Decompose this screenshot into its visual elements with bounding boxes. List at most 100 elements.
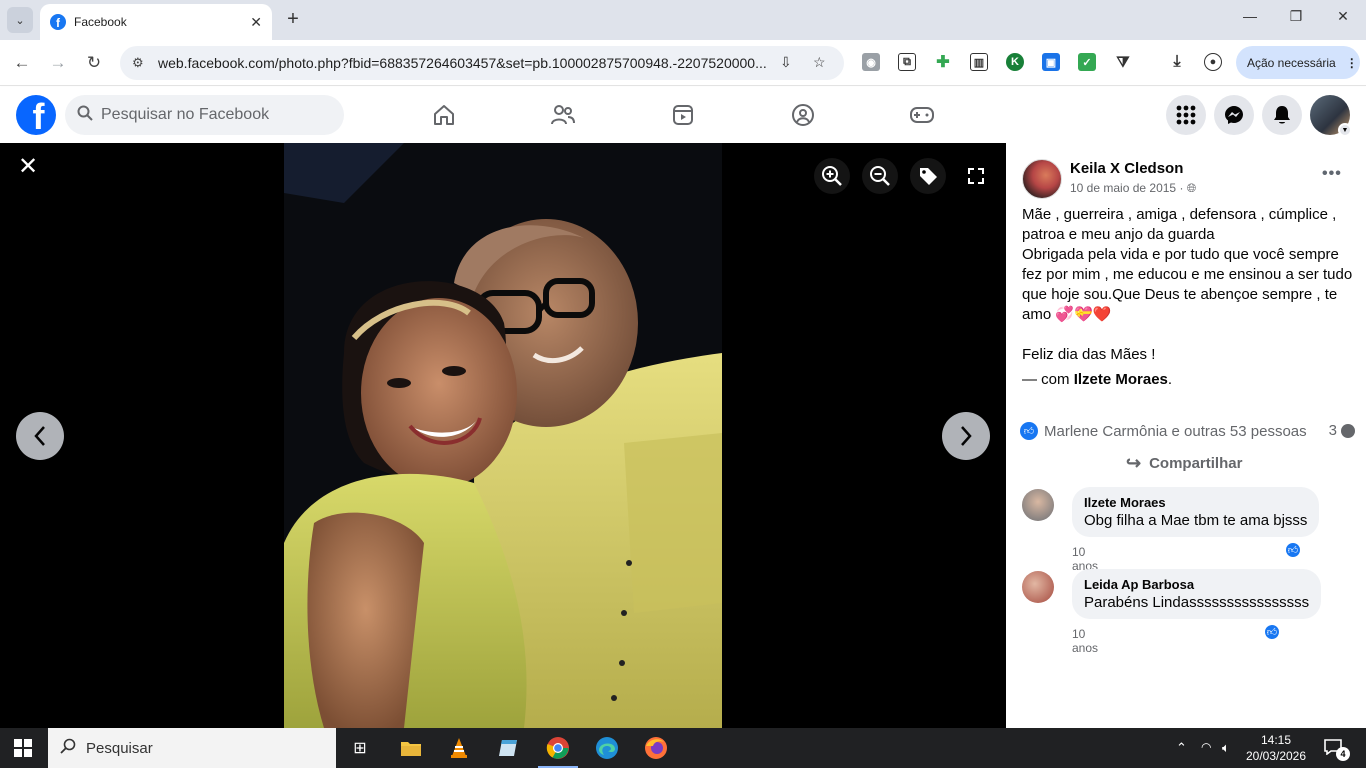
trash-extension-icon[interactable]: ▥	[970, 53, 988, 71]
author-name[interactable]: Keila X Cledson	[1070, 160, 1183, 177]
notifications-bell-icon[interactable]	[1262, 95, 1302, 135]
k-extension-icon[interactable]: K	[1006, 53, 1024, 71]
post-date[interactable]: 10 de maio de 2015 · 🌐︎	[1070, 181, 1196, 196]
search-icon	[77, 105, 97, 126]
facebook-header: f Pesquisar no Facebook ▼	[0, 87, 1366, 143]
post-photo	[284, 143, 722, 728]
tab-title: Facebook	[74, 15, 127, 29]
commenter-name[interactable]: Ilzete Moraes	[1084, 495, 1307, 510]
comment-count[interactable]: 3	[1329, 422, 1355, 439]
friends-icon[interactable]	[548, 100, 578, 130]
emoji-hearts: 💞💝❤️	[1055, 306, 1112, 323]
window-close-button[interactable]: ✕	[1333, 8, 1353, 25]
tagged-person-link[interactable]: Ilzete Moraes	[1074, 371, 1168, 388]
tab-close-icon[interactable]: ✕	[250, 14, 262, 31]
post-date-text: 10 de maio de 2015	[1070, 181, 1177, 195]
groups-icon[interactable]	[788, 100, 818, 130]
action-required-button[interactable]: Ação necessária ⋮	[1236, 46, 1360, 79]
tab-search-button[interactable]: ⌄	[7, 7, 33, 33]
account-avatar[interactable]: ▼	[1310, 95, 1352, 137]
photo-viewer: ✕	[0, 143, 1006, 728]
notification-badge: 4	[1336, 747, 1350, 761]
facebook-logo-icon[interactable]: f	[16, 95, 56, 135]
back-button[interactable]: ←	[11, 52, 33, 74]
comment-bubble: Ilzete Moraes Obg filha a Mae tbm te ama…	[1072, 487, 1320, 537]
previous-photo-button[interactable]	[16, 412, 64, 460]
system-clock[interactable]: 14:15 20/03/2026	[1244, 732, 1308, 764]
restore-button[interactable]: ❐	[1286, 8, 1306, 25]
share-arrow-icon: ↪	[1126, 453, 1142, 473]
site-settings-icon[interactable]: ⚙	[132, 55, 152, 71]
gaming-icon[interactable]	[907, 100, 937, 130]
downloads-icon[interactable]: ⤓	[1168, 53, 1186, 71]
notepad-icon[interactable]	[496, 736, 520, 760]
author-avatar[interactable]	[1022, 159, 1062, 199]
address-bar[interactable]: ⚙ web.facebook.com/photo.php?fbid=688357…	[120, 46, 844, 80]
browser-tab-facebook[interactable]: f Facebook ✕	[40, 4, 272, 40]
install-app-icon[interactable]: ⇩	[780, 54, 792, 71]
video-icon[interactable]	[668, 100, 698, 130]
comment-bubble-icon	[1341, 423, 1355, 438]
taskbar-search-input[interactable]: Pesquisar	[48, 728, 336, 768]
check-extension-icon[interactable]: ✓	[1078, 53, 1096, 71]
edge-icon[interactable]	[595, 736, 619, 760]
comment-text: Parabéns Lindassssssssssssssss	[1084, 594, 1310, 611]
camera-extension-icon[interactable]: ◉	[862, 53, 880, 71]
extensions-puzzle-icon[interactable]: ⧩	[1114, 53, 1132, 71]
minimize-button[interactable]: —	[1240, 8, 1260, 24]
commenter-avatar[interactable]	[1022, 571, 1054, 603]
clock-date: 20/03/2026	[1245, 749, 1307, 763]
reactions-summary[interactable]: 👍︎ Marlene Carmônia e outras 53 pessoas …	[1020, 421, 1355, 441]
comment-time[interactable]: 10 anos	[1072, 627, 1098, 655]
reactions-text[interactable]: Marlene Carmônia e outras 53 pessoas	[1044, 423, 1307, 440]
comment-bubble: Leida Ap Barbosa Parabéns Lindasssssssss…	[1072, 569, 1322, 619]
url-text[interactable]: web.facebook.com/photo.php?fbid=68835726…	[158, 55, 768, 71]
save-extension-icon[interactable]: ▣	[1042, 53, 1060, 71]
share-label: Compartilhar	[1149, 455, 1243, 472]
profile-icon[interactable]: ●	[1204, 53, 1222, 71]
commenter-name[interactable]: Leida Ap Barbosa	[1084, 577, 1309, 592]
close-icon[interactable]: ✕	[16, 153, 40, 180]
zoom-out-icon[interactable]	[862, 158, 898, 194]
comment-like-icon: 👍︎	[1263, 623, 1281, 641]
comment-like-icon: 👍︎	[1284, 541, 1302, 559]
new-tab-button[interactable]: +	[282, 8, 304, 30]
notification-center-icon[interactable]: 4	[1324, 739, 1350, 761]
commenter-avatar[interactable]	[1022, 489, 1054, 521]
file-explorer-icon[interactable]	[399, 736, 423, 760]
post-text-line: Mãe , guerreira , amiga , defensora , cú…	[1022, 206, 1337, 243]
next-photo-button[interactable]	[942, 412, 990, 460]
windows-start-icon[interactable]	[14, 739, 32, 757]
date-separator: ·	[1179, 181, 1184, 195]
clock-time: 14:15	[1260, 733, 1292, 747]
post-text-line: Feliz dia das Mães !	[1022, 346, 1156, 363]
network-icon[interactable]: ◠	[1201, 740, 1211, 754]
bookmark-star-icon[interactable]: ☆	[813, 54, 826, 71]
menu-dots-icon: ⋮	[1345, 55, 1358, 70]
reload-button[interactable]: ↻	[83, 52, 105, 74]
like-reaction-icon: 👍︎	[1020, 422, 1038, 440]
tray-chevron-up-icon[interactable]: ⌃	[1176, 740, 1187, 756]
with-suffix: .	[1167, 371, 1173, 388]
menu-grid-icon[interactable]	[1166, 95, 1206, 135]
home-icon[interactable]	[429, 100, 459, 130]
firefox-icon[interactable]	[644, 736, 668, 760]
task-view-icon[interactable]: ⊞	[348, 736, 372, 760]
tag-icon[interactable]	[910, 158, 946, 194]
facebook-search-input[interactable]: Pesquisar no Facebook	[65, 95, 344, 135]
share-button[interactable]: ↪ Compartilhar	[1126, 453, 1242, 474]
messenger-icon[interactable]	[1214, 95, 1254, 135]
action-required-label: Ação necessária	[1247, 55, 1336, 70]
post-text-line: Obrigada pela vida e por tudo que você s…	[1022, 245, 1357, 325]
comment-text: Obg filha a Mae tbm te ama bjsss	[1084, 512, 1308, 529]
chrome-icon[interactable]	[546, 736, 570, 760]
plus-extension-icon[interactable]: ✚	[934, 53, 952, 71]
more-options-icon[interactable]: •••	[1322, 165, 1342, 183]
windows-taskbar: Pesquisar ⊞ ⌃ ◠ 🔈︎ 14:15 20/03/2026 4	[0, 728, 1366, 768]
copy-extension-icon[interactable]: ⧉	[898, 53, 916, 71]
zoom-in-icon[interactable]	[814, 158, 850, 194]
fullscreen-icon[interactable]	[958, 158, 994, 194]
forward-button[interactable]: →	[47, 52, 69, 74]
vlc-icon[interactable]	[447, 736, 471, 760]
volume-icon[interactable]: 🔈︎	[1222, 740, 1230, 756]
